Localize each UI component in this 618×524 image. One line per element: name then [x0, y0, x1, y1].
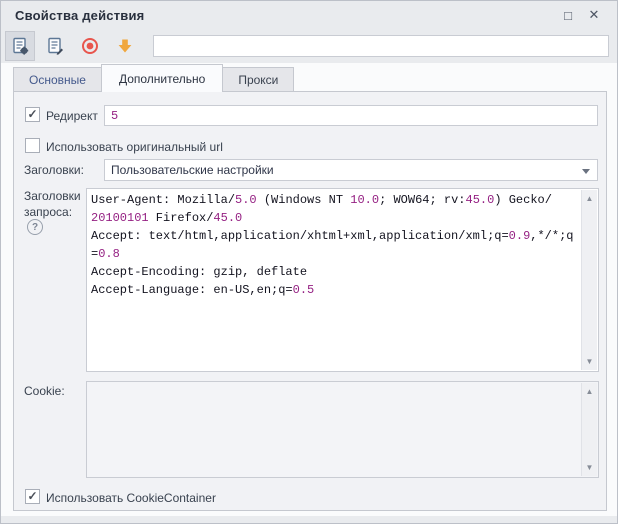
toolbar: [1, 29, 617, 63]
toolbar-input[interactable]: [153, 35, 609, 57]
headers-preset-combobox[interactable]: Пользовательские настройки: [104, 159, 598, 181]
redirect-label: Редирект: [46, 109, 98, 123]
tab-strip: Основные Дополнительно Прокси: [1, 63, 617, 91]
tab-main[interactable]: Основные: [13, 67, 102, 91]
request-headers-label-line1: Заголовки: [24, 189, 81, 203]
document-edit-button[interactable]: [40, 31, 70, 61]
scroll-up-icon[interactable]: ▲: [582, 384, 597, 399]
tab-advanced[interactable]: Дополнительно: [101, 64, 223, 92]
window-title: Свойства действия: [15, 8, 144, 23]
cookie-container-checkbox[interactable]: ✓: [25, 489, 40, 504]
redirect-count-input[interactable]: [104, 105, 598, 126]
scroll-up-icon[interactable]: ▲: [582, 191, 597, 206]
cookie-scrollbar[interactable]: ▲ ▼: [581, 383, 597, 476]
properties-window: Свойства действия □ ✕: [0, 0, 618, 524]
headers-preset-value: Пользовательские настройки: [111, 163, 274, 177]
document-edit-icon: [45, 36, 65, 56]
record-button[interactable]: [75, 31, 105, 61]
scroll-down-icon[interactable]: ▼: [582, 460, 597, 475]
request-headers-text: User-Agent: Mozilla/5.0 (Windows NT 10.0…: [87, 189, 581, 371]
down-arrow-icon: [115, 36, 135, 56]
record-icon: [80, 36, 100, 56]
cookie-label: Cookie:: [24, 384, 65, 398]
document-gear-icon: [10, 36, 30, 56]
redirect-checkbox[interactable]: ✓: [25, 107, 40, 122]
down-arrow-button[interactable]: [110, 31, 140, 61]
close-button[interactable]: ✕: [581, 4, 607, 26]
help-icon[interactable]: ?: [27, 219, 43, 235]
use-original-url-label: Использовать оригинальный url: [46, 140, 223, 154]
check-icon: ✓: [27, 490, 37, 502]
headers-label: Заголовки:: [24, 163, 84, 177]
use-original-url-checkbox[interactable]: [25, 138, 40, 153]
maximize-button[interactable]: □: [555, 4, 581, 26]
cookie-container-label: Использовать CookieContainer: [46, 491, 216, 505]
chevron-down-icon: [582, 169, 590, 174]
document-settings-button[interactable]: [5, 31, 35, 61]
cookie-editor[interactable]: ▲ ▼: [86, 381, 599, 478]
scroll-down-icon[interactable]: ▼: [582, 354, 597, 369]
window-bottom-edge: [1, 516, 617, 523]
cookie-text: [87, 382, 581, 477]
request-headers-editor[interactable]: User-Agent: Mozilla/5.0 (Windows NT 10.0…: [86, 188, 599, 372]
request-headers-label-line2: запроса:: [24, 205, 72, 219]
request-headers-scrollbar[interactable]: ▲ ▼: [581, 190, 597, 370]
check-icon: ✓: [27, 108, 37, 120]
tab-proxy[interactable]: Прокси: [222, 67, 294, 91]
title-bar: Свойства действия □ ✕: [1, 1, 617, 29]
advanced-tab-panel: ✓ Редирект Использовать оригинальный url…: [13, 91, 607, 511]
